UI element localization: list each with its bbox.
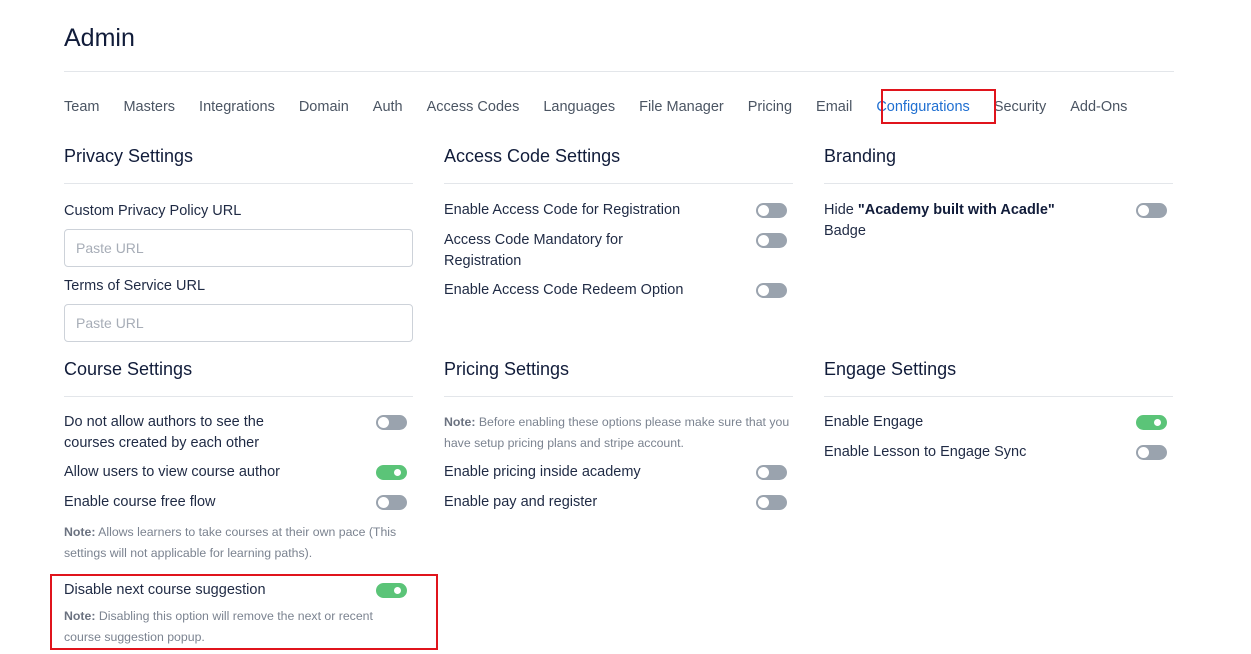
tab-auth[interactable]: Auth (373, 96, 403, 118)
tab-file-manager[interactable]: File Manager (639, 96, 724, 118)
pay-and-register-toggle[interactable] (756, 495, 787, 510)
pricing-note-text: Before enabling these options please mak… (444, 415, 790, 450)
course-free-flow-label: Enable course free flow (64, 494, 216, 510)
branding-title: Branding (824, 146, 897, 166)
access-code-mandatory-label: Access Code Mandatory for Registration (444, 232, 623, 269)
hide-badge-prefix: Hide (824, 202, 854, 218)
author-visibility-row: Do not allow authors to see the courses … (64, 412, 413, 456)
section-divider (444, 183, 793, 184)
pay-and-register-label: Enable pay and register (444, 494, 598, 510)
view-course-author-row: Allow users to view course author (64, 462, 413, 484)
enable-engage-row: Enable Engage (824, 412, 1173, 434)
access-code-mandatory-row: Access Code Mandatory for Registration (444, 230, 793, 274)
access-code-mandatory-toggle[interactable] (756, 233, 787, 248)
author-visibility-label: Do not allow authors to see the courses … (64, 414, 264, 451)
tab-domain[interactable]: Domain (299, 96, 349, 118)
tab-access-codes[interactable]: Access Codes (427, 96, 520, 118)
lesson-engage-sync-toggle[interactable] (1136, 445, 1167, 460)
hide-badge-suffix: Badge (824, 223, 866, 239)
access-code-settings-title: Access Code Settings (444, 146, 621, 166)
course-free-flow-toggle[interactable] (376, 495, 407, 510)
free-flow-note-label: Note: (64, 525, 96, 539)
free-flow-note: Note: Allows learners to take courses at… (64, 522, 416, 564)
pricing-note: Note: Before enabling these options plea… (444, 412, 793, 454)
access-code-redeem-label: Enable Access Code Redeem Option (444, 282, 684, 298)
pricing-inside-academy-label: Enable pricing inside academy (444, 464, 641, 480)
hide-badge-row: Hide "Academy built with Acadle" Badge (824, 200, 1173, 244)
pricing-inside-academy-toggle[interactable] (756, 465, 787, 480)
lesson-engage-sync-label: Enable Lesson to Engage Sync (824, 444, 1027, 460)
course-settings-title: Course Settings (64, 359, 193, 379)
disable-suggestion-highlight (50, 574, 438, 650)
access-code-registration-row: Enable Access Code for Registration (444, 200, 793, 222)
active-tab-highlight (881, 89, 996, 124)
hide-badge-brand-text: "Academy built with Acadle" (857, 202, 1055, 218)
pricing-settings-section: Pricing Settings Note: Before enabling t… (444, 356, 793, 526)
branding-section: Branding Hide "Academy built with Acadle… (824, 143, 1173, 253)
access-code-registration-label: Enable Access Code for Registration (444, 202, 681, 218)
toggle-knob (1138, 447, 1149, 458)
access-code-redeem-row: Enable Access Code Redeem Option (444, 280, 793, 302)
privacy-policy-url-input[interactable] (64, 229, 413, 267)
toggle-knob (758, 467, 769, 478)
hide-badge-toggle[interactable] (1136, 203, 1167, 218)
lesson-engage-sync-row: Enable Lesson to Engage Sync (824, 442, 1173, 464)
toggle-knob (758, 497, 769, 508)
tab-pricing[interactable]: Pricing (748, 96, 792, 118)
pricing-note-label: Note: (444, 415, 476, 429)
access-code-settings-section: Access Code Settings Enable Access Code … (444, 143, 793, 313)
enable-engage-toggle[interactable] (1136, 415, 1167, 430)
privacy-settings-title: Privacy Settings (64, 146, 194, 166)
section-divider (824, 396, 1173, 397)
page-title: Admin (64, 24, 135, 52)
engage-settings-title: Engage Settings (824, 359, 957, 379)
pricing-inside-academy-row: Enable pricing inside academy (444, 462, 793, 484)
tab-integrations[interactable]: Integrations (199, 96, 275, 118)
terms-of-service-url-input[interactable] (64, 304, 413, 342)
course-free-flow-row: Enable course free flow (64, 492, 413, 514)
tab-languages[interactable]: Languages (543, 96, 615, 118)
pay-and-register-row: Enable pay and register (444, 492, 793, 514)
engage-settings-section: Engage Settings Enable Engage Enable Les… (824, 356, 1173, 476)
tab-add-ons[interactable]: Add-Ons (1070, 96, 1127, 118)
free-flow-note-text: Allows learners to take courses at their… (64, 525, 397, 560)
enable-engage-label: Enable Engage (824, 414, 924, 430)
tab-security[interactable]: Security (994, 96, 1046, 118)
terms-of-service-url-label: Terms of Service URL (64, 278, 206, 294)
section-divider (444, 396, 793, 397)
access-code-registration-toggle[interactable] (756, 203, 787, 218)
toggle-knob (758, 285, 769, 296)
pricing-settings-title: Pricing Settings (444, 359, 570, 379)
toggle-knob (1138, 205, 1149, 216)
toggle-knob (1152, 417, 1163, 428)
view-course-author-toggle[interactable] (376, 465, 407, 480)
access-code-redeem-toggle[interactable] (756, 283, 787, 298)
view-course-author-label: Allow users to view course author (64, 464, 280, 480)
section-divider (64, 396, 413, 397)
author-visibility-toggle[interactable] (376, 415, 407, 430)
tab-masters[interactable]: Masters (123, 96, 175, 118)
privacy-policy-url-label: Custom Privacy Policy URL (64, 203, 242, 219)
header-divider (64, 71, 1174, 72)
toggle-knob (758, 235, 769, 246)
toggle-knob (378, 417, 389, 428)
tab-team[interactable]: Team (64, 96, 99, 118)
hide-badge-label: Hide "Academy built with Acadle" Badge (824, 200, 1074, 242)
toggle-knob (378, 497, 389, 508)
section-divider (824, 183, 1173, 184)
section-divider (64, 183, 413, 184)
tab-email[interactable]: Email (816, 96, 852, 118)
toggle-knob (392, 467, 403, 478)
privacy-settings-section: Privacy Settings Custom Privacy Policy U… (64, 143, 413, 343)
toggle-knob (758, 205, 769, 216)
